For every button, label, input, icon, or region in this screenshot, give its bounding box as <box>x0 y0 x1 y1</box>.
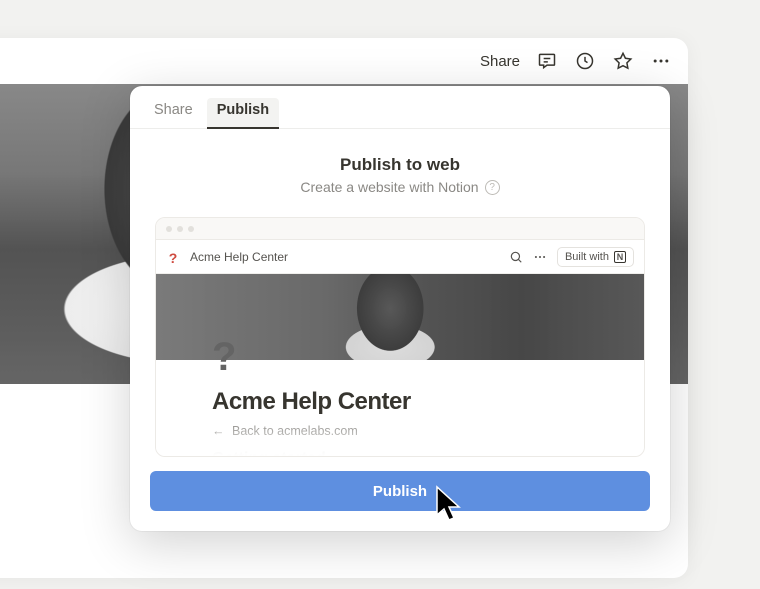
preview-page-name: Acme Help Center <box>190 250 288 264</box>
search-icon[interactable] <box>509 250 523 264</box>
more-icon[interactable] <box>650 50 672 72</box>
modal-body: Publish to web Create a website with Not… <box>130 129 670 531</box>
history-icon[interactable] <box>574 50 596 72</box>
window-dot-icon <box>166 226 172 232</box>
window-dot-icon <box>177 226 183 232</box>
site-preview: ? Acme Help Center Built with N ? Acme H… <box>155 217 645 457</box>
built-with-badge[interactable]: Built with N <box>557 247 634 267</box>
publish-button[interactable]: Publish <box>150 471 650 511</box>
help-icon[interactable]: ? <box>485 180 500 195</box>
preview-fade <box>156 420 644 456</box>
modal-subtitle: Create a website with Notion ? <box>300 179 499 195</box>
modal-subtitle-text: Create a website with Notion <box>300 179 478 195</box>
preview-topbar: ? Acme Help Center Built with N <box>156 240 644 274</box>
modal-tabs: Share Publish <box>130 86 670 129</box>
favorite-star-icon[interactable] <box>612 50 634 72</box>
comments-icon[interactable] <box>536 50 558 72</box>
share-action[interactable]: Share <box>480 53 520 70</box>
page-topbar: Share <box>0 38 688 84</box>
preview-window-chrome <box>156 218 644 240</box>
modal-title: Publish to web <box>150 155 650 175</box>
publish-modal: Share Publish Publish to web Create a we… <box>130 86 670 531</box>
tab-publish[interactable]: Publish <box>207 98 279 128</box>
preview-title: Acme Help Center <box>212 388 588 416</box>
preview-content: Acme Help Center ← Back to acmelabs.com … <box>156 360 644 456</box>
built-with-label: Built with <box>565 251 609 263</box>
preview-cover-image: ? <box>156 274 644 360</box>
page-emoji-icon: ? <box>166 250 180 264</box>
notion-logo-icon: N <box>614 251 626 263</box>
preview-more-icon[interactable] <box>533 250 547 264</box>
window-dot-icon <box>188 226 194 232</box>
tab-share[interactable]: Share <box>144 98 203 128</box>
